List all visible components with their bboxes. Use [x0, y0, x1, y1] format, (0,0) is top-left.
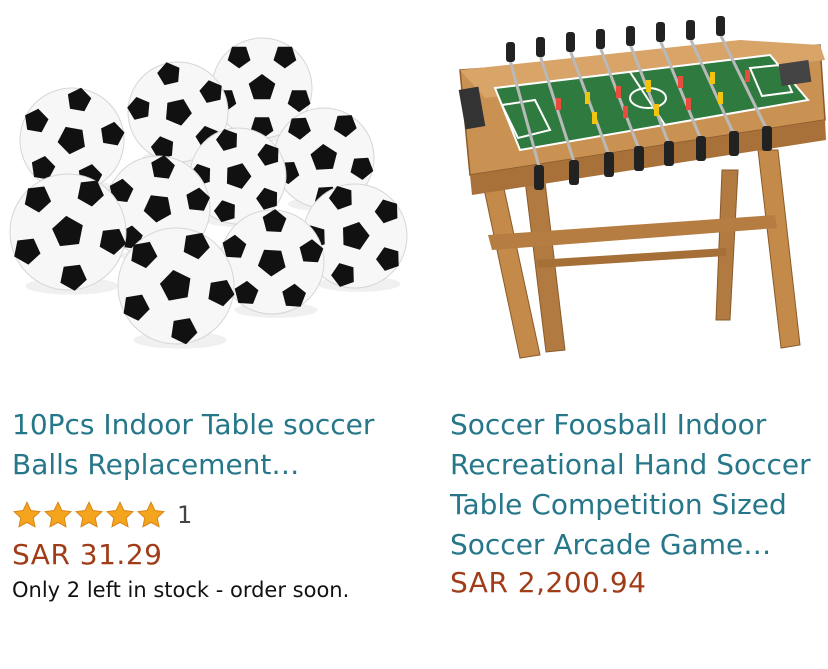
soccer-ball-icon: [117, 227, 235, 349]
product-title-link[interactable]: 10Pcs Indoor Table soccer Balls Replacem…: [12, 405, 422, 485]
soccer-ball-icon: [9, 173, 127, 295]
star-rating[interactable]: 1: [12, 497, 192, 533]
product-title-link[interactable]: Soccer Foosball Indoor Recreational Hand…: [450, 405, 826, 565]
stock-note: Only 2 left in stock - order soon.: [12, 578, 350, 602]
product-price: SAR 2,200.94: [450, 566, 647, 599]
star-icon: [106, 501, 134, 528]
product-card-foosball-table[interactable]: Soccer Foosball Indoor Recreational Hand…: [440, 0, 828, 669]
star-icon: [13, 501, 41, 528]
star-icon: [137, 501, 165, 528]
star-icon: [75, 501, 103, 528]
soccer-balls-image: [9, 37, 408, 349]
rating-count[interactable]: 1: [177, 501, 192, 529]
stars-group: [12, 500, 167, 530]
product-image-foosball-table[interactable]: [440, 0, 828, 370]
star-icon: [44, 501, 72, 528]
foosball-table-image: [458, 16, 826, 359]
product-image-soccer-balls[interactable]: [0, 0, 430, 370]
product-price: SAR 31.29: [12, 538, 163, 571]
soccer-ball-icon: [219, 209, 325, 318]
product-card-soccer-balls[interactable]: 10Pcs Indoor Table soccer Balls Replacem…: [0, 0, 430, 669]
